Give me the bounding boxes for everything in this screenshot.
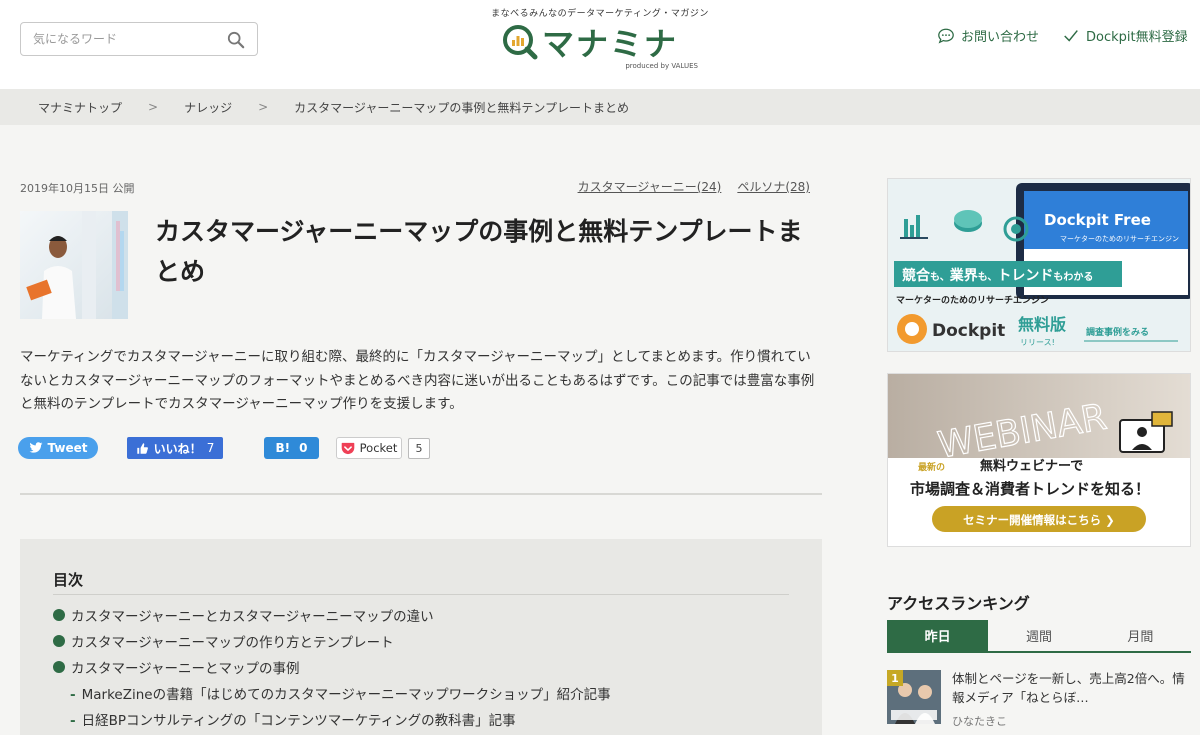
headline-particle: も、 — [930, 271, 950, 283]
tweet-button[interactable]: Tweet — [18, 437, 98, 459]
breadcrumb-home[interactable]: マナミナトップ — [38, 99, 122, 116]
bullet-dot-icon — [53, 661, 65, 673]
thumbs-up-icon — [136, 442, 148, 454]
rank-number: 1 — [887, 670, 903, 686]
tag-customer-journey[interactable]: カスタマージャーニー(24) — [578, 178, 722, 195]
ranking-item-author: ひなたきこ — [952, 715, 1007, 728]
tag-persona[interactable]: ペルソナ(28) — [737, 178, 810, 195]
ranking-item-thumbnail[interactable]: 1 — [887, 670, 941, 724]
headline-tail: もわかる — [1053, 271, 1093, 283]
webinar-line1: 無料ウェビナーで — [980, 458, 1083, 474]
twitter-bird-icon — [29, 442, 42, 453]
dockpit-brand: Dockpit — [932, 321, 1005, 341]
dash-icon: - — [70, 687, 76, 703]
breadcrumb-separator: > — [258, 100, 269, 114]
site-tagline: まなべるみんなのデータマーケティング・マガジン — [491, 9, 709, 19]
facebook-like-button[interactable]: いいね！ 7 — [127, 437, 223, 459]
breadcrumb: マナミナトップ > ナレッジ > カスタマージャーニーマップの事例と無料テンプレ… — [0, 89, 1200, 125]
search-icon[interactable] — [227, 31, 245, 49]
banner1-sub: マーケターのためのリサーチエンジン — [896, 294, 1049, 306]
ranking-tabs: 昨日 週間 月間 — [887, 620, 1191, 653]
hatena-label: B! — [275, 441, 291, 455]
toc-sub-item-label: 日経BPコンサルティングの「コンテンツマーケティングの教科書」記事 — [81, 713, 516, 729]
headline-industry: 業界 — [949, 267, 979, 284]
ranking-title: アクセスランキング — [887, 594, 1030, 613]
contact-link[interactable]: お問い合わせ — [937, 26, 1039, 45]
pocket-label: Pocket — [359, 441, 398, 455]
toc-sub-item-label: MarkeZineの書籍「はじめてのカスタマージャーニーマップワークショップ」紹… — [81, 687, 611, 703]
toc-sub-item[interactable]: - 日経BPコンサルティングの「コンテンツマーケティングの教科書」記事 — [70, 709, 516, 729]
webinar-banner[interactable]: WEBINAR 最新の 無料ウェビナーで 市場調査＆消費者トレンドを知る！ セミ… — [887, 373, 1191, 547]
breadcrumb-separator: > — [148, 100, 159, 114]
dockpit-free: 無料版 — [1018, 315, 1066, 334]
breadcrumb-knowledge[interactable]: ナレッジ — [184, 99, 232, 116]
webinar-banner-art: WEBINAR 最新の 無料ウェビナーで 市場調査＆消費者トレンドを知る！ セミ… — [888, 374, 1190, 546]
dockpit-banner-art: 競合も、業界も、トレンドもわかる Dockpit Free マーケターのためのリ… — [888, 179, 1190, 351]
search-input[interactable] — [33, 29, 223, 49]
tab-weekly[interactable]: 週間 — [988, 620, 1090, 651]
fb-like-label: いいね！ — [153, 441, 202, 456]
publish-date: 2019年10月15日 公開 — [20, 182, 135, 195]
pie-chart-icon — [954, 210, 982, 232]
signup-label: Dockpit無料登録 — [1086, 30, 1188, 45]
toc-sub-item[interactable]: - MarkeZineの書籍「はじめてのカスタマージャーニーマップワークショップ」… — [70, 683, 611, 703]
divider — [20, 493, 822, 495]
signup-link[interactable]: Dockpit無料登録 — [1062, 26, 1188, 45]
tag-list: カスタマージャーニー(24) ペルソナ(28) — [578, 178, 810, 195]
search-box[interactable] — [20, 22, 258, 56]
toc-item[interactable]: カスタマージャーニーとカスタマージャーニーマップの違い — [53, 605, 434, 625]
dockpit-cta: 調査事例をみる — [1086, 326, 1149, 338]
table-of-contents: 目次 カスタマージャーニーとカスタマージャーニーマップの違い カスタマージャーニ… — [20, 539, 822, 735]
site-header: まなべるみんなのデータマーケティング・マガジン マナミナ produced by… — [0, 0, 1200, 89]
article-lead: マーケティングでカスタマージャーニーに取り組む際、最終的に「カスタマージャーニー… — [20, 349, 815, 413]
webinar-latest: 最新の — [918, 461, 945, 473]
pocket-icon — [341, 442, 354, 454]
logo-subtitle: produced by VALUES — [625, 62, 698, 70]
fb-like-count: 7 — [206, 441, 215, 455]
webinar-line2: 市場調査＆消費者トレンドを知る！ — [910, 480, 1150, 498]
site-logo[interactable]: まなべるみんなのデータマーケティング・マガジン マナミナ produced by… — [490, 4, 710, 76]
dockpit-release: リリース! — [1020, 338, 1055, 347]
check-icon — [1064, 29, 1078, 42]
dockpit-product-name: Dockpit Free — [1044, 211, 1151, 229]
logo-magnifier-icon — [503, 25, 538, 60]
article-title: カスタマージャーニーマップの事例と無料テンプレートまとめ — [155, 217, 803, 286]
tweet-label: Tweet — [47, 441, 88, 455]
toc-item[interactable]: カスタマージャーニーとマップの事例 — [53, 657, 300, 677]
tab-yesterday[interactable]: 昨日 — [887, 620, 989, 651]
headline-compete: 競合 — [902, 267, 931, 284]
bullet-dot-icon — [53, 635, 65, 647]
dash-icon: - — [70, 713, 76, 729]
toc-item-label: カスタマージャーニーマップの作り方とテンプレート — [71, 635, 394, 651]
toc-title: 目次 — [53, 571, 84, 589]
headline-trend: トレンド — [997, 268, 1053, 284]
logo-text: マナミナ — [542, 25, 679, 63]
toc-item-label: カスタマージャーニーとマップの事例 — [71, 661, 300, 677]
hatena-bookmark-button[interactable]: B! 0 — [264, 437, 319, 459]
pocket-button[interactable]: Pocket — [336, 437, 402, 459]
presenter-photo — [26, 211, 128, 319]
breadcrumb-current: カスタマージャーニーマップの事例と無料テンプレートまとめ — [294, 100, 629, 115]
pocket-count: 5 — [408, 438, 430, 459]
ranking-item-title[interactable]: 体制とページを一新し、売上高2倍へ。情報メディア「ねとらぼ… — [952, 670, 1192, 708]
contact-label: お問い合わせ — [961, 30, 1040, 45]
toc-item[interactable]: カスタマージャーニーマップの作り方とテンプレート — [53, 631, 394, 651]
chat-bubble-icon — [938, 28, 954, 44]
dockpit-banner[interactable]: 競合も、業界も、トレンドもわかる Dockpit Free マーケターのためのリ… — [887, 178, 1191, 352]
toc-item-label: カスタマージャーニーとカスタマージャーニーマップの違い — [71, 609, 434, 625]
toc-divider — [53, 594, 789, 595]
tab-monthly[interactable]: 月間 — [1089, 620, 1191, 651]
webinar-cta: セミナー開催情報はこちら ❯ — [963, 513, 1115, 527]
headline-particle: も、 — [978, 271, 998, 283]
article-thumbnail — [20, 211, 128, 319]
hatena-count: 0 — [299, 441, 308, 455]
dockpit-product-sub: マーケターのためのリサーチエンジン — [1060, 234, 1179, 243]
bullet-dot-icon — [53, 609, 65, 621]
